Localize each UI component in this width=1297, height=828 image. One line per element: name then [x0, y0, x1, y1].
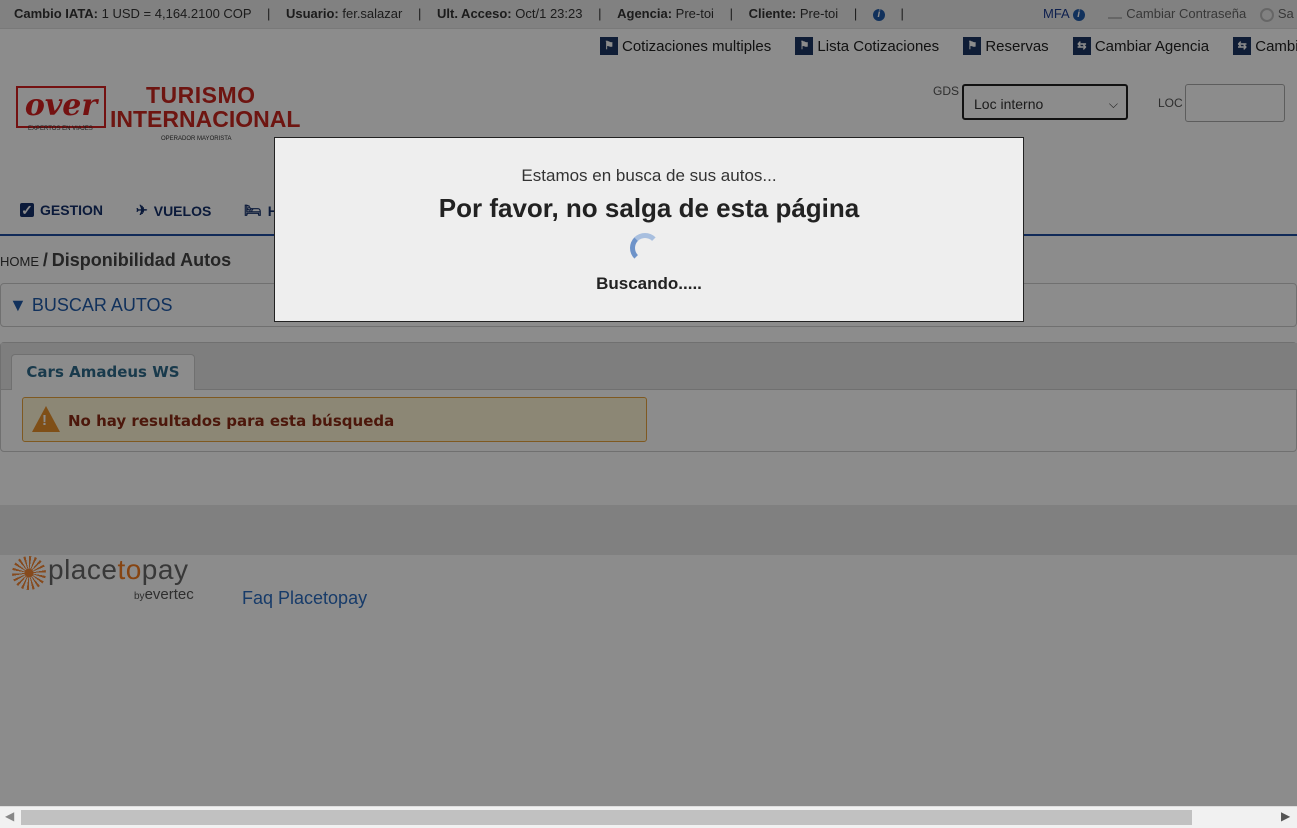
scroll-right-icon[interactable]: ▶ — [1281, 809, 1290, 823]
modal-title: Por favor, no salga de esta página — [438, 193, 860, 223]
scroll-left-icon[interactable]: ◀ — [5, 809, 14, 823]
horizontal-scrollbar[interactable]: ◀ ▶ — [0, 806, 1297, 828]
modal-subtitle: Estamos en busca de sus autos... — [521, 166, 777, 185]
loading-modal: Estamos en busca de sus autos... Por fav… — [274, 137, 1024, 322]
spinner-icon — [630, 233, 660, 263]
modal-overlay — [0, 0, 1297, 806]
scrollbar-thumb[interactable] — [21, 810, 1192, 825]
modal-status: Buscando..... — [596, 274, 702, 293]
